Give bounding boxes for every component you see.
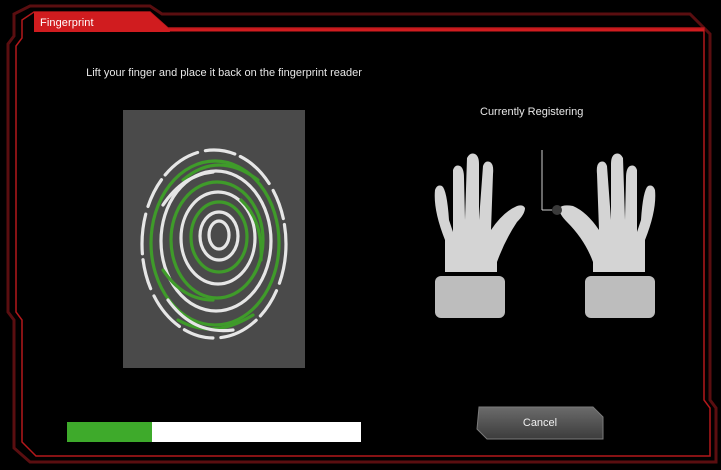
fingerprint-icon <box>140 148 288 340</box>
dialog-title: Fingerprint <box>40 17 94 29</box>
left-hand <box>434 153 525 318</box>
progress-fill <box>67 422 153 442</box>
instruction-text: Lift your finger and place it back on th… <box>86 67 362 79</box>
fingerprint-panel <box>123 110 305 368</box>
active-finger-marker <box>552 205 562 215</box>
right-hand <box>552 153 656 318</box>
registration-progress-bar <box>67 422 361 442</box>
hands-icon <box>434 150 656 318</box>
currently-registering-label: Currently Registering <box>480 106 584 118</box>
cancel-button-label: Cancel <box>522 417 558 429</box>
cancel-button[interactable]: Cancel <box>475 405 605 441</box>
